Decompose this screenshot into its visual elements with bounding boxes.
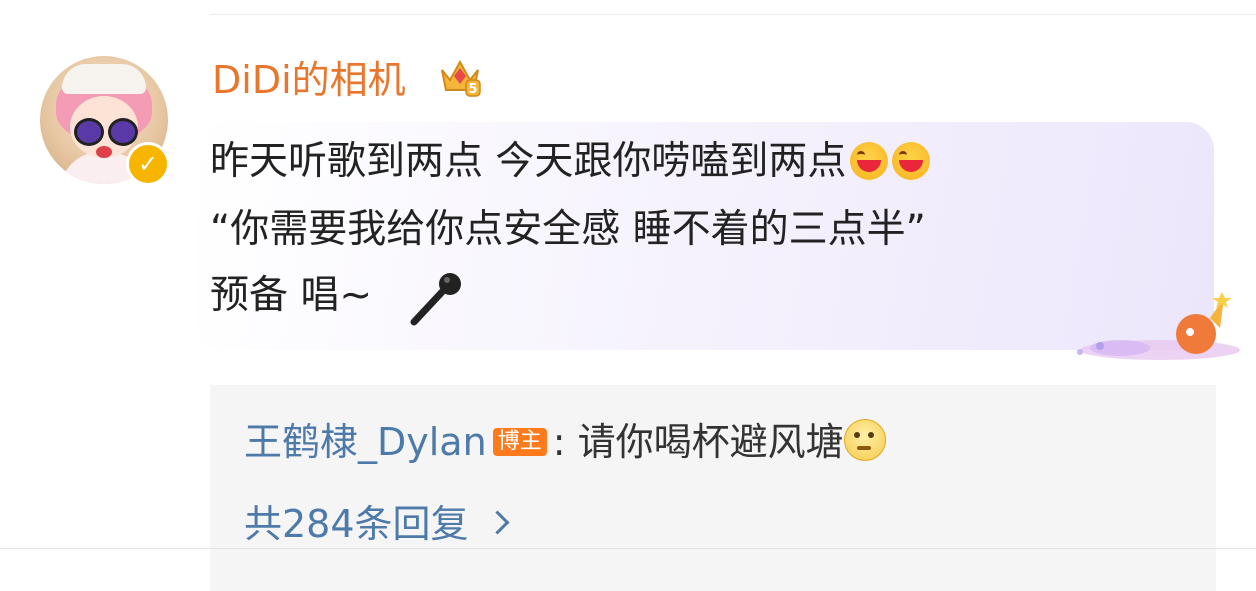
blogger-badge: 博主 <box>492 428 547 456</box>
top-reply[interactable]: 王鹤棣_Dylan 博主: 请你喝杯避风塘 <box>244 416 886 468</box>
top-divider <box>210 14 1256 15</box>
reply-count-label: 共284条回复 <box>244 502 469 546</box>
thinking-emoji-icon <box>843 419 886 461</box>
decor-sticker-icon <box>1077 292 1240 360</box>
view-replies-link[interactable]: 共284条回复 <box>244 500 510 548</box>
comment-line-3: 预备 唱~ <box>210 273 373 318</box>
chevron-right-icon <box>485 510 510 535</box>
comment-line-1-text: 昨天听歌到两点 今天跟你唠嗑到两点 <box>210 139 847 184</box>
comment-line-1: 昨天听歌到两点 今天跟你唠嗑到两点 <box>210 136 931 188</box>
avatar-mouth <box>96 146 112 158</box>
avatar-hat <box>62 64 146 94</box>
avatar-glasses-left <box>74 118 104 146</box>
reply-author[interactable]: 王鹤棣_Dylan <box>244 420 487 464</box>
bottom-divider <box>0 548 1256 549</box>
crown-icon[interactable]: 5 <box>436 52 484 100</box>
comment-line-2: “你需要我给你点安全感 睡不着的三点半” <box>210 207 926 252</box>
reply-separator: : <box>552 420 566 464</box>
svg-text:5: 5 <box>468 82 477 97</box>
reply-text: 请你喝杯避风塘 <box>577 420 844 464</box>
grin-emoji-icon <box>892 142 931 180</box>
verified-icon: ✓ <box>126 142 170 186</box>
username[interactable]: DiDi的相机 <box>212 56 406 104</box>
avatar-glasses-right <box>108 118 138 146</box>
microphone-icon <box>410 273 461 326</box>
grin-emoji-icon <box>850 142 889 180</box>
